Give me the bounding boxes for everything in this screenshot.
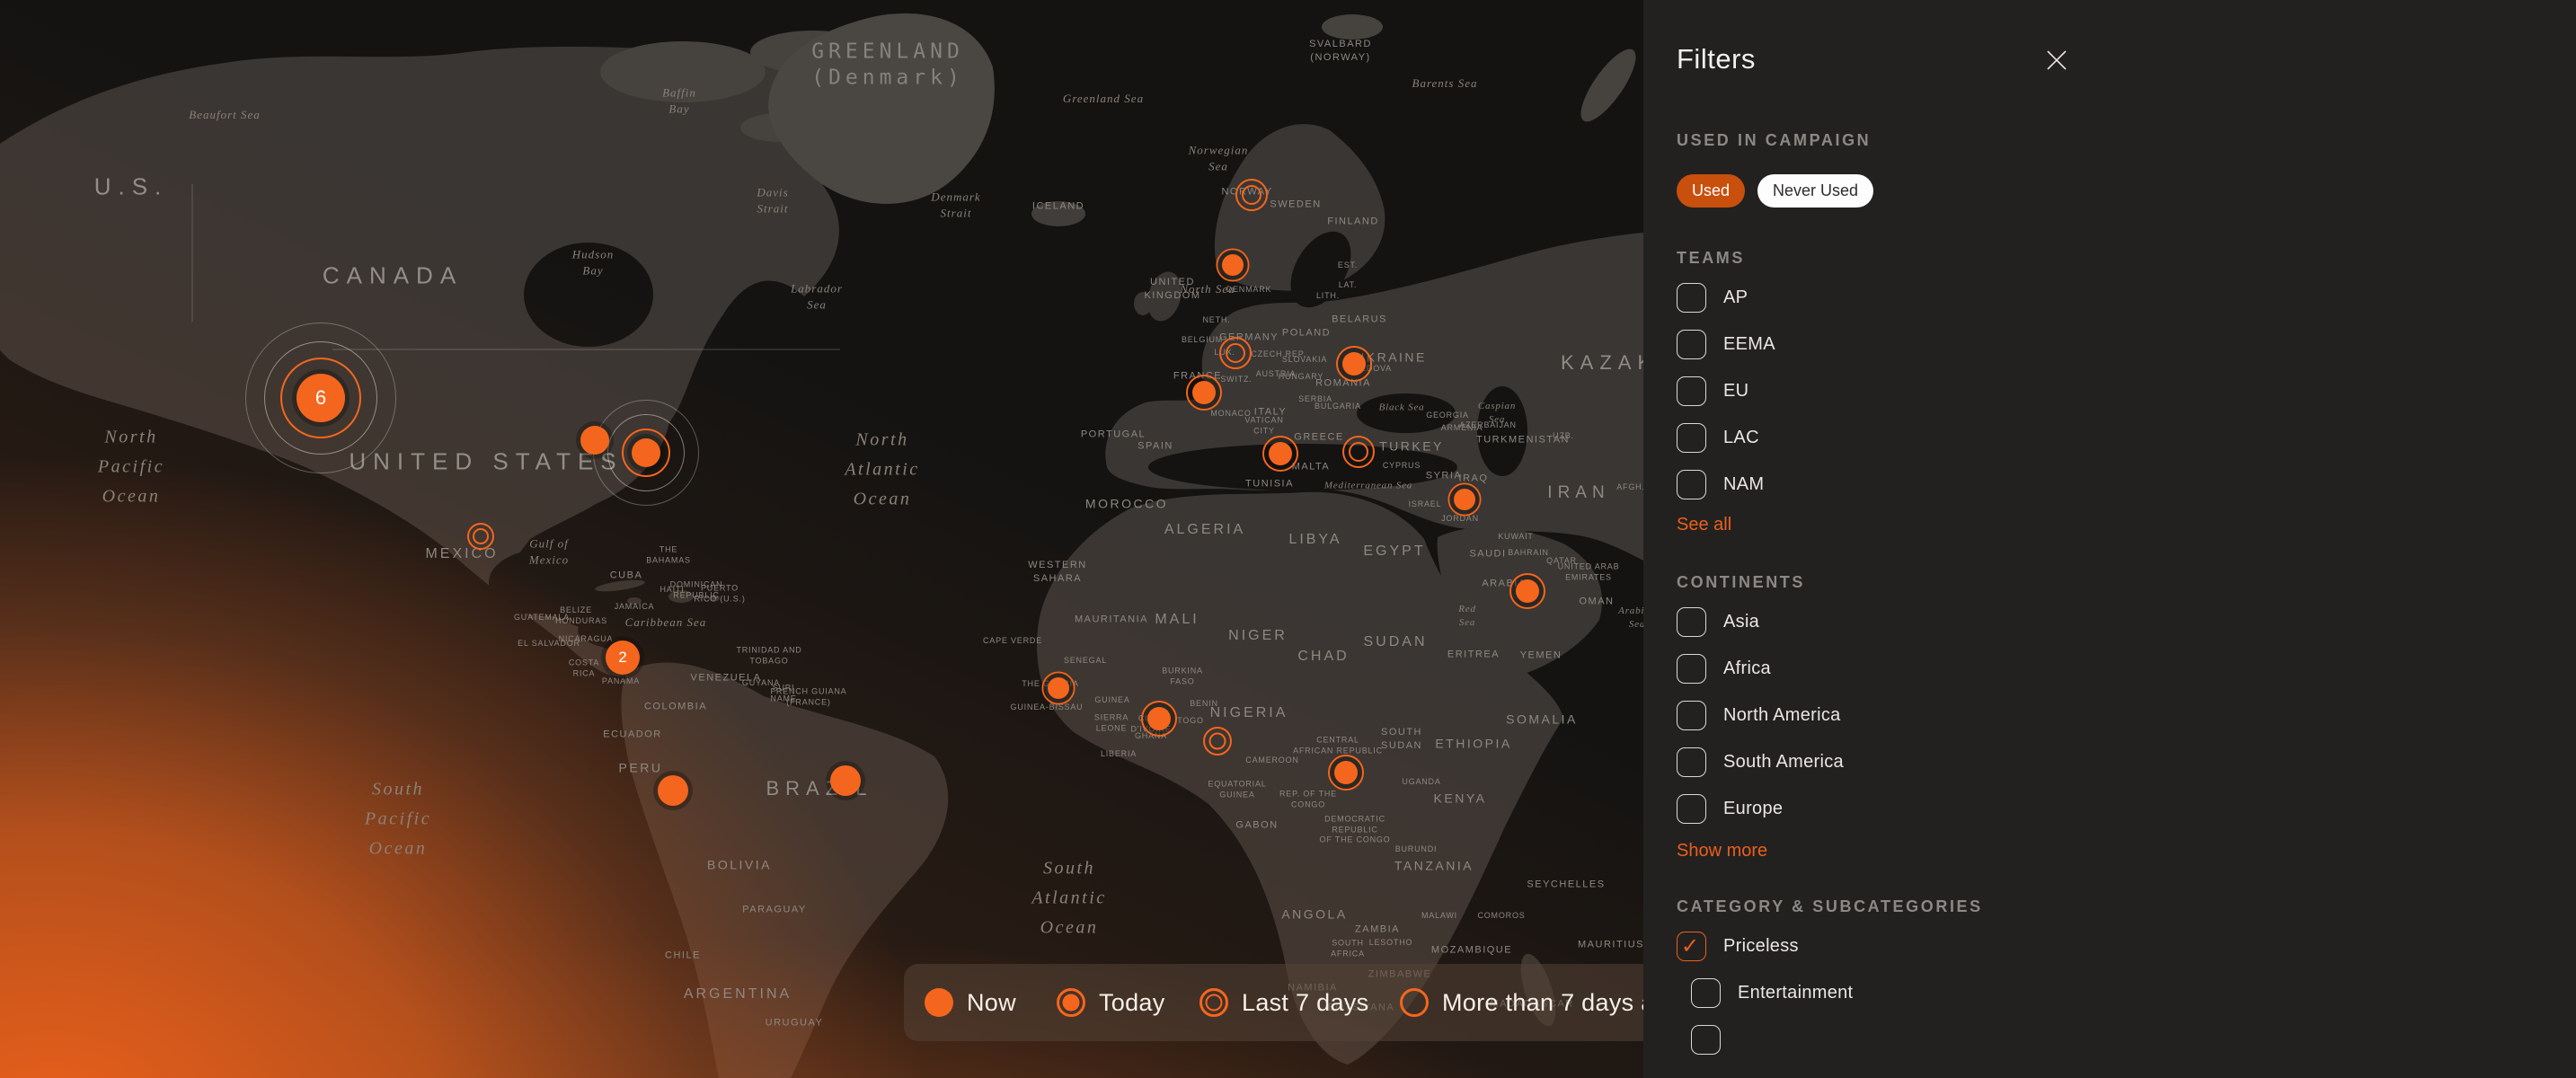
checkbox-label: Europe [1723, 799, 1783, 819]
marker-ring [1349, 442, 1368, 462]
checkbox-label: NAM [1723, 474, 1764, 495]
marker-core [1063, 994, 1080, 1012]
continents-section-header: CONTINENTS [1677, 573, 2576, 592]
team-checkbox-eu[interactable]: EU [1677, 376, 2576, 406]
checkbox-label: North America [1723, 705, 1841, 726]
marker-core [1454, 489, 1475, 510]
continent-checkbox-north-america[interactable]: North America [1677, 701, 2576, 730]
marker-core [658, 775, 688, 806]
category-section-header: CATEGORY & SUBCATEGORIES [1677, 897, 2576, 916]
checkbox-label: Africa [1723, 658, 1771, 679]
campaign-pill-never-used[interactable]: Never Used [1757, 174, 1873, 208]
marker-core [1269, 442, 1292, 465]
marker-core [1222, 254, 1244, 276]
marker-core [1342, 352, 1366, 376]
checkbox-label: Entertainment [1738, 983, 1853, 1003]
checkbox [1677, 654, 1706, 684]
marker-ring [1206, 994, 1223, 1012]
see-all-link[interactable]: See all [1677, 515, 1731, 535]
checkbox-label: AP [1723, 287, 1748, 308]
legend-today-icon [1055, 986, 1087, 1019]
checkbox [1677, 794, 1706, 824]
marker-count: 2 [605, 640, 641, 676]
checkbox [1691, 978, 1721, 1008]
checkbox-checked [1677, 932, 1706, 961]
teams-section-header: TEAMS [1677, 249, 2576, 268]
checkbox [1677, 283, 1706, 313]
marker-core [925, 988, 953, 1017]
continent-checkbox-africa[interactable]: Africa [1677, 654, 2576, 684]
subcategory-checkbox-entertainment[interactable]: Entertainment [1691, 978, 2576, 1008]
app-root: { "colors": { "accent_orange": "#E8601C"… [0, 0, 2576, 1078]
marker-core [830, 765, 861, 796]
legend-item-older: More than 7 days ago [1398, 964, 1682, 1041]
legend-label: Today [1099, 989, 1165, 1017]
campaign-section-header: USED IN CAMPAIGN [1677, 131, 2576, 150]
team-checkbox-eema[interactable]: EEMA [1677, 330, 2576, 359]
campaign-pill-used[interactable]: Used [1677, 174, 1745, 208]
legend-now-icon [923, 986, 955, 1019]
filters-panel: Filters USED IN CAMPAIGN UsedNever Used … [1643, 0, 2576, 1078]
continent-checkbox-asia[interactable]: Asia [1677, 607, 2576, 637]
checkbox-label: Asia [1723, 612, 1759, 632]
checkbox [1677, 330, 1706, 359]
continents-checkbox-list: Asia Africa North America South America Euro… [1677, 607, 2576, 824]
legend-last7-icon [1198, 986, 1230, 1019]
checkbox-label: LAC [1723, 428, 1759, 448]
marker-count: 6 [303, 380, 339, 416]
marker-ring [1242, 185, 1261, 205]
team-checkbox-nam[interactable]: NAM [1677, 470, 2576, 499]
marker-core [580, 426, 609, 455]
checkbox [1691, 1025, 1721, 1055]
marker-core [632, 438, 660, 467]
marker-ring [1226, 343, 1245, 363]
teams-checkbox-list: AP EEMA EU LAC NAM [1677, 283, 2576, 499]
continent-checkbox-europe[interactable]: Europe [1677, 794, 2576, 824]
checkbox [1677, 423, 1706, 453]
marker-ring [473, 528, 489, 544]
checkbox-label: Priceless [1723, 936, 1799, 957]
checkbox-label: EU [1723, 381, 1748, 402]
team-checkbox-ap[interactable]: AP [1677, 283, 2576, 313]
marker-ring [1209, 733, 1226, 750]
legend-item-today: Today [1055, 964, 1165, 1041]
close-icon[interactable] [2043, 47, 2070, 74]
team-checkbox-lac[interactable]: LAC [1677, 423, 2576, 453]
checkbox-label: South America [1723, 752, 1844, 773]
checkbox-label: EEMA [1723, 334, 1775, 355]
map-legend: NowTodayLast 7 daysMore than 7 days ago [904, 964, 1671, 1041]
campaign-toggle-group: Used Never Used [1677, 174, 2576, 208]
legend-label: Now [967, 989, 1016, 1017]
marker-core [1147, 707, 1171, 730]
category-checkbox-list: Priceless Entertainment [1677, 932, 2576, 1055]
checkbox [1677, 607, 1706, 637]
marker-core [1516, 579, 1539, 603]
subcategory-checkbox-partial[interactable] [1691, 1025, 2576, 1055]
checkbox [1677, 376, 1706, 406]
checkbox [1677, 470, 1706, 499]
legend-label: Last 7 days [1242, 989, 1368, 1017]
checkbox [1677, 701, 1706, 730]
marker-core [1334, 761, 1358, 784]
show-more-link[interactable]: Show more [1677, 841, 1767, 862]
legend-item-now: Now [923, 964, 1016, 1041]
marker-core [1048, 677, 1069, 699]
marker-ring [1400, 988, 1429, 1017]
legend-older-icon [1398, 986, 1430, 1019]
legend-item-last7: Last 7 days [1198, 964, 1368, 1041]
panel-title: Filters [1677, 43, 2576, 75]
continent-checkbox-south-america[interactable]: South America [1677, 747, 2576, 777]
marker-core [1192, 381, 1216, 404]
category-checkbox-priceless[interactable]: Priceless [1677, 932, 2576, 961]
checkbox [1677, 747, 1706, 777]
